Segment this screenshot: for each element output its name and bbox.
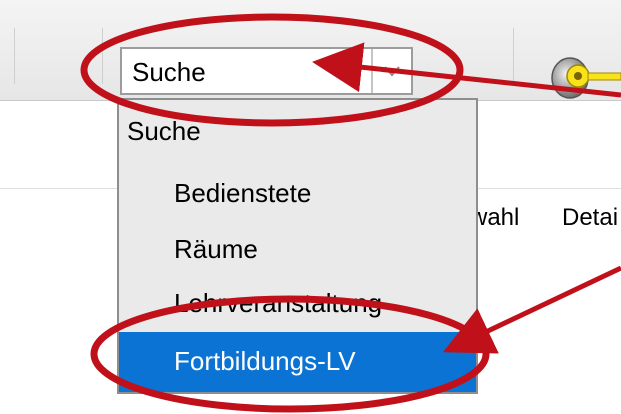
- annotation-arrow: [442, 265, 621, 354]
- annotation-overlay: [80, 13, 621, 413]
- annotation-arrow: [312, 42, 621, 98]
- highlight-ellipse: [90, 295, 490, 413]
